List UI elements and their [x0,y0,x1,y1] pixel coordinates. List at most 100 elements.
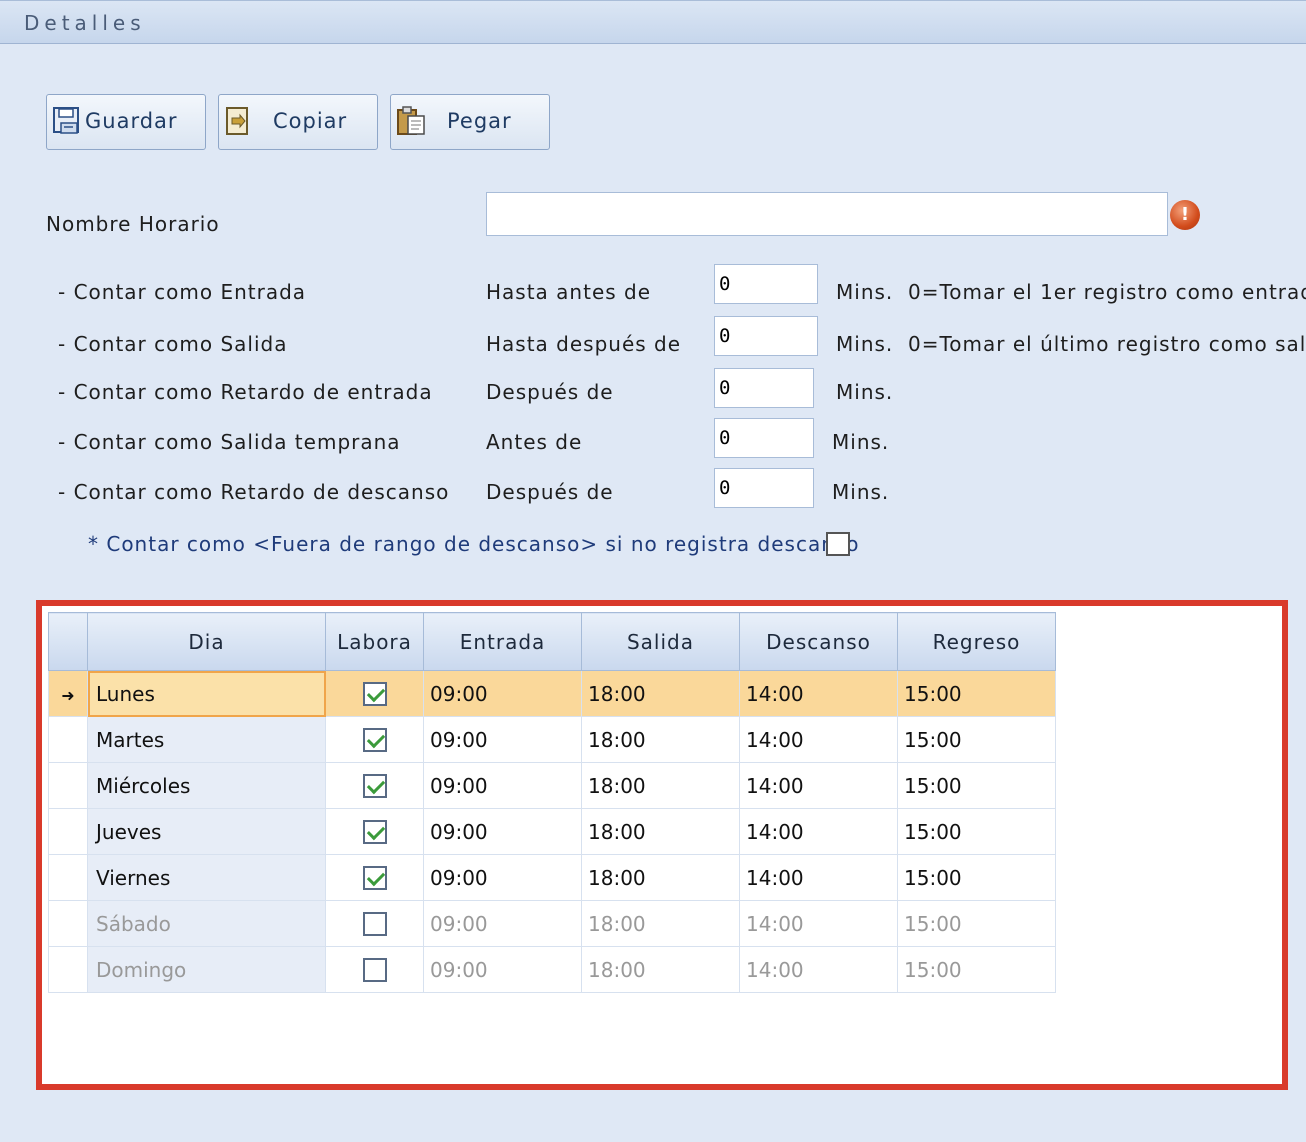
cell-day[interactable]: Domingo [87,946,326,993]
cell-works[interactable] [325,808,424,855]
copy-button[interactable]: Copiar [218,94,378,150]
cell-entrada[interactable]: 09:00 [423,900,582,947]
cell-salida[interactable]: 18:00 [581,900,740,947]
paste-button[interactable]: Pegar [390,94,550,150]
rule-label-late-break: - Contar como Retardo de descanso [58,480,450,504]
cell-regreso[interactable]: 15:00 [897,854,1056,901]
table-row[interactable]: Viernes 09:00 18:00 14:00 15:00 [48,854,1056,901]
cell-entrada[interactable]: 09:00 [423,716,582,763]
cell-day[interactable]: Lunes [87,670,326,717]
save-label: Guardar [85,109,178,133]
rule-input-late-entry[interactable] [714,368,814,408]
cell-salida[interactable]: 18:00 [581,946,740,993]
cell-descanso[interactable]: 14:00 [739,762,898,809]
cell-regreso[interactable]: 15:00 [897,716,1056,763]
cell-day[interactable]: Miércoles [87,762,326,809]
cell-regreso[interactable]: 15:00 [897,900,1056,947]
current-row-arrow-icon: ➜ [61,685,75,705]
works-checkbox[interactable] [362,820,387,845]
cell-regreso[interactable]: 15:00 [897,762,1056,809]
rule-input-late-break[interactable] [714,468,814,508]
cell-salida[interactable]: 18:00 [581,854,740,901]
rule-condition-early-exit: Antes de [486,430,583,454]
cell-regreso[interactable]: 15:00 [897,946,1056,993]
table-row[interactable]: Domingo 09:00 18:00 14:00 15:00 [48,946,1056,993]
row-indicator[interactable] [48,900,88,947]
schedule-grid: Dia Labora Entrada Salida Descanso Regre… [48,612,1056,993]
row-indicator[interactable] [48,716,88,763]
cell-descanso[interactable]: 14:00 [739,946,898,993]
column-header-descanso[interactable]: Descanso [739,612,898,671]
cell-day[interactable]: Sábado [87,900,326,947]
cell-descanso[interactable]: 14:00 [739,670,898,717]
rule-condition-salida: Hasta después de [486,332,682,356]
cell-regreso[interactable]: 15:00 [897,808,1056,855]
column-header-labora[interactable]: Labora [325,612,424,671]
table-row[interactable]: Sábado 09:00 18:00 14:00 15:00 [48,900,1056,947]
cell-works[interactable] [325,762,424,809]
panel-header: Detalles [0,0,1306,44]
cell-works[interactable] [325,716,424,763]
save-button[interactable]: Guardar [46,94,206,150]
rule-label-early-exit: - Contar como Salida temprana [58,430,401,454]
cell-salida[interactable]: 18:00 [581,716,740,763]
rule-unit-late-break: Mins. [832,480,890,504]
break-out-of-range-note: * Contar como <Fuera de rango de descans… [88,532,860,556]
row-indicator[interactable] [48,854,88,901]
cell-works[interactable] [325,946,424,993]
cell-day[interactable]: Martes [87,716,326,763]
table-row[interactable]: ➜ Lunes 09:00 18:00 14:00 15:00 [48,670,1056,717]
rule-input-early-exit[interactable] [714,418,814,458]
break-out-of-range-checkbox[interactable] [826,532,850,556]
rule-note-salida: 0=Tomar el último registro como salida [908,332,1306,356]
rule-unit-late-entry: Mins. [836,380,894,404]
cell-salida[interactable]: 18:00 [581,670,740,717]
column-header-entrada[interactable]: Entrada [423,612,582,671]
cell-works[interactable] [325,670,424,717]
cell-entrada[interactable]: 09:00 [423,854,582,901]
paste-icon [397,106,425,135]
rule-input-salida[interactable] [714,316,818,356]
error-icon: ! [1170,200,1200,230]
works-checkbox[interactable] [362,912,387,937]
works-checkbox[interactable] [362,774,387,799]
cell-descanso[interactable]: 14:00 [739,716,898,763]
row-indicator[interactable] [48,762,88,809]
cell-works[interactable] [325,900,424,947]
cell-entrada[interactable]: 09:00 [423,808,582,855]
cell-salida[interactable]: 18:00 [581,808,740,855]
rule-unit-early-exit: Mins. [832,430,890,454]
cell-regreso[interactable]: 15:00 [897,670,1056,717]
rule-condition-entrada: Hasta antes de [486,280,652,304]
cell-descanso[interactable]: 14:00 [739,854,898,901]
schedule-name-label: Nombre Horario [46,212,220,236]
cell-descanso[interactable]: 14:00 [739,900,898,947]
paste-label: Pegar [447,109,512,133]
cell-works[interactable] [325,854,424,901]
save-icon [53,107,79,134]
row-indicator[interactable] [48,808,88,855]
cell-day[interactable]: Jueves [87,808,326,855]
schedule-name-input[interactable] [486,192,1168,236]
cell-day[interactable]: Viernes [87,854,326,901]
table-row[interactable]: Jueves 09:00 18:00 14:00 15:00 [48,808,1056,855]
row-indicator[interactable]: ➜ [48,670,88,717]
cell-descanso[interactable]: 14:00 [739,808,898,855]
rule-label-late-entry: - Contar como Retardo de entrada [58,380,433,404]
copy-icon [226,107,248,135]
cell-salida[interactable]: 18:00 [581,762,740,809]
works-checkbox[interactable] [362,728,387,753]
column-header-regreso[interactable]: Regreso [897,612,1056,671]
rule-input-entrada[interactable] [714,264,818,304]
cell-entrada[interactable]: 09:00 [423,946,582,993]
cell-entrada[interactable]: 09:00 [423,670,582,717]
table-row[interactable]: Martes 09:00 18:00 14:00 15:00 [48,716,1056,763]
row-indicator[interactable] [48,946,88,993]
table-row[interactable]: Miércoles 09:00 18:00 14:00 15:00 [48,762,1056,809]
column-header-salida[interactable]: Salida [581,612,740,671]
works-checkbox[interactable] [362,866,387,891]
column-header-dia[interactable]: Dia [87,612,326,671]
works-checkbox[interactable] [362,958,387,983]
cell-entrada[interactable]: 09:00 [423,762,582,809]
works-checkbox[interactable] [362,682,387,707]
